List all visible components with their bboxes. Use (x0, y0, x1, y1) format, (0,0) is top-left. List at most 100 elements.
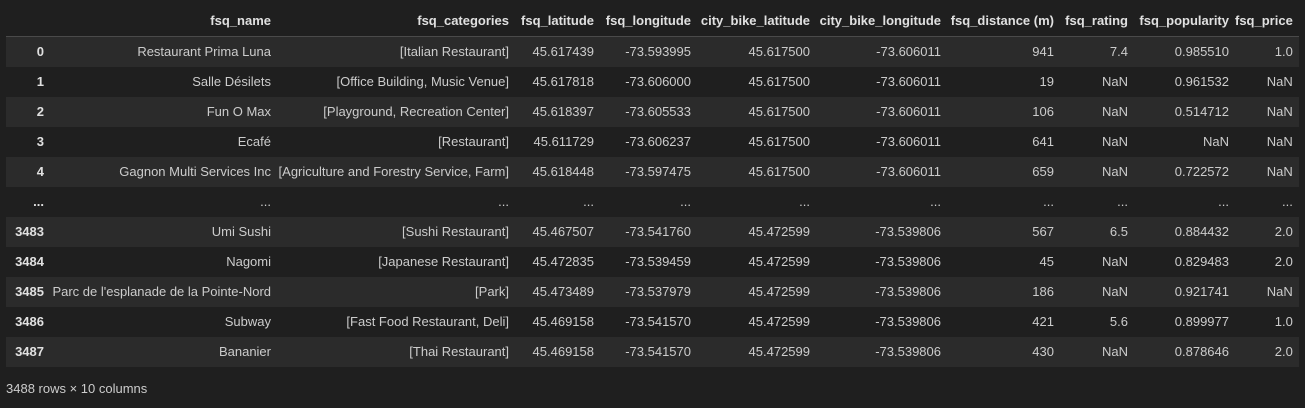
table-cell: -73.606011 (876, 74, 941, 89)
table-cell: [Fast Food Restaurant, Deli] (346, 314, 509, 329)
table-cell: 45.617439 (532, 44, 594, 59)
table-row: 0 Restaurant Prima Luna [Italian Restauran… (6, 36, 1299, 67)
table-cell: 430 (1032, 344, 1054, 359)
table-cell: Subway (224, 314, 271, 329)
table-cell: 1.0 (1274, 44, 1293, 59)
table-cell: Bananier (218, 344, 271, 359)
table-cell: -73.606011 (876, 134, 941, 149)
table-cell: [Sushi Restaurant] (402, 224, 509, 239)
table-cell: 45.473489 (532, 284, 594, 299)
table-cell: Restaurant Prima Luna (137, 44, 271, 59)
table-cell: 0.829483 (1174, 254, 1229, 269)
table-cell: 45.617500 (748, 164, 810, 179)
column-header: fsq_distance (m) (947, 6, 1060, 37)
table-cell: 45.617818 (532, 74, 594, 89)
table-body: 0 Restaurant Prima Luna [Italian Restauran… (6, 36, 1299, 367)
table-cell: [Japanese Restaurant] (378, 254, 509, 269)
table-cell: [Italian Restaurant] (399, 44, 509, 59)
table-cell: [Thai Restaurant] (409, 344, 509, 359)
table-cell: 45.472835 (532, 254, 594, 269)
table-cell: Ecafé (237, 134, 271, 149)
table-cell: ... (260, 194, 271, 209)
table-cell: 6.5 (1109, 224, 1128, 239)
table-cell: 45.617500 (748, 104, 810, 119)
table-cell: Umi Sushi (211, 224, 271, 239)
table-cell: -73.541570 (625, 314, 691, 329)
table-cell: -73.541570 (625, 344, 691, 359)
table-cell: 2.0 (1274, 344, 1293, 359)
table-cell: NaN (1101, 164, 1128, 179)
row-index: 3486 (15, 314, 44, 329)
table-cell: 2.0 (1274, 254, 1293, 269)
table-cell: 0.878646 (1174, 344, 1229, 359)
table-cell: ... (1043, 194, 1054, 209)
table-cell: -73.606237 (625, 134, 691, 149)
table-cell: ... (1218, 194, 1229, 209)
table-cell: 45.617500 (748, 44, 810, 59)
table-cell: 45.617500 (748, 134, 810, 149)
table-cell: [Park] (475, 284, 509, 299)
table-cell: -73.539459 (625, 254, 691, 269)
row-index: ... (33, 194, 44, 209)
table-cell: -73.539806 (875, 254, 941, 269)
table-cell: NaN (1266, 284, 1293, 299)
column-header: fsq_name (50, 6, 277, 37)
table-cell: -73.539806 (875, 224, 941, 239)
table-cell: -73.541760 (625, 224, 691, 239)
column-header: fsq_price (1235, 6, 1299, 37)
column-header: fsq_categories (277, 6, 515, 37)
table-cell: NaN (1101, 104, 1128, 119)
table-cell: NaN (1101, 254, 1128, 269)
table-cell: -73.606011 (876, 164, 941, 179)
table-cell: 45.617500 (748, 74, 810, 89)
table-row: 4 Gagnon Multi Services Inc [Agriculture a… (6, 157, 1299, 187)
row-index: 3485 (15, 284, 44, 299)
table-cell: -73.606011 (876, 104, 941, 119)
header-row: fsq_name fsq_categories fsq_latitude fsq_lo… (6, 6, 1299, 37)
table-row: 3487 Bananier [Thai Restaurant] 45.469158 -7… (6, 337, 1299, 367)
table-cell: 2.0 (1274, 224, 1293, 239)
table-cell: -73.605533 (625, 104, 691, 119)
table-cell: -73.539806 (875, 344, 941, 359)
table-cell: 45.472599 (748, 284, 810, 299)
table-cell: Gagnon Multi Services Inc (119, 164, 271, 179)
row-index: 2 (36, 104, 44, 119)
table-cell: 421 (1032, 314, 1054, 329)
table-cell: Salle Désilets (192, 74, 271, 89)
table-cell: 0.514712 (1174, 104, 1229, 119)
column-header: fsq_popularity (1134, 6, 1235, 37)
table-cell: 45.618397 (532, 104, 594, 119)
table-cell: NaN (1101, 74, 1128, 89)
table-cell: NaN (1202, 134, 1229, 149)
table-cell: NaN (1101, 134, 1128, 149)
dataframe-output: fsq_name fsq_categories fsq_latitude fsq_lo… (6, 6, 1305, 367)
table-cell: 1.0 (1274, 314, 1293, 329)
table-row: 3 Ecafé [Restaurant] 45.611729 -73.606237 45.… (6, 127, 1299, 157)
table-cell: NaN (1266, 74, 1293, 89)
table-cell: 7.4 (1109, 44, 1128, 59)
table-cell: ... (498, 194, 509, 209)
table-cell: -73.537979 (625, 284, 691, 299)
table-cell: NaN (1266, 134, 1293, 149)
table-cell: -73.606011 (876, 44, 941, 59)
table-cell: 0.722572 (1174, 164, 1229, 179)
table-cell: 45.472599 (748, 224, 810, 239)
table-cell: 45.469158 (532, 344, 594, 359)
table-cell: 0.899977 (1174, 314, 1229, 329)
table-cell: 106 (1032, 104, 1054, 119)
column-header: city_bike_latitude (697, 6, 816, 37)
row-index: 3 (36, 134, 44, 149)
table-cell: 567 (1032, 224, 1054, 239)
row-index: 3487 (15, 344, 44, 359)
column-header: city_bike_longitude (816, 6, 947, 37)
table-cell: 45.611729 (533, 134, 595, 149)
column-header: fsq_longitude (600, 6, 697, 37)
row-index: 3484 (15, 254, 44, 269)
table-cell: ... (583, 194, 594, 209)
index-header (6, 6, 50, 37)
table-cell: 19 (1039, 74, 1054, 89)
table-cell: -73.539806 (875, 284, 941, 299)
table-cell: ... (680, 194, 691, 209)
table-cell: 0.921741 (1174, 284, 1229, 299)
table-cell: 641 (1032, 134, 1054, 149)
